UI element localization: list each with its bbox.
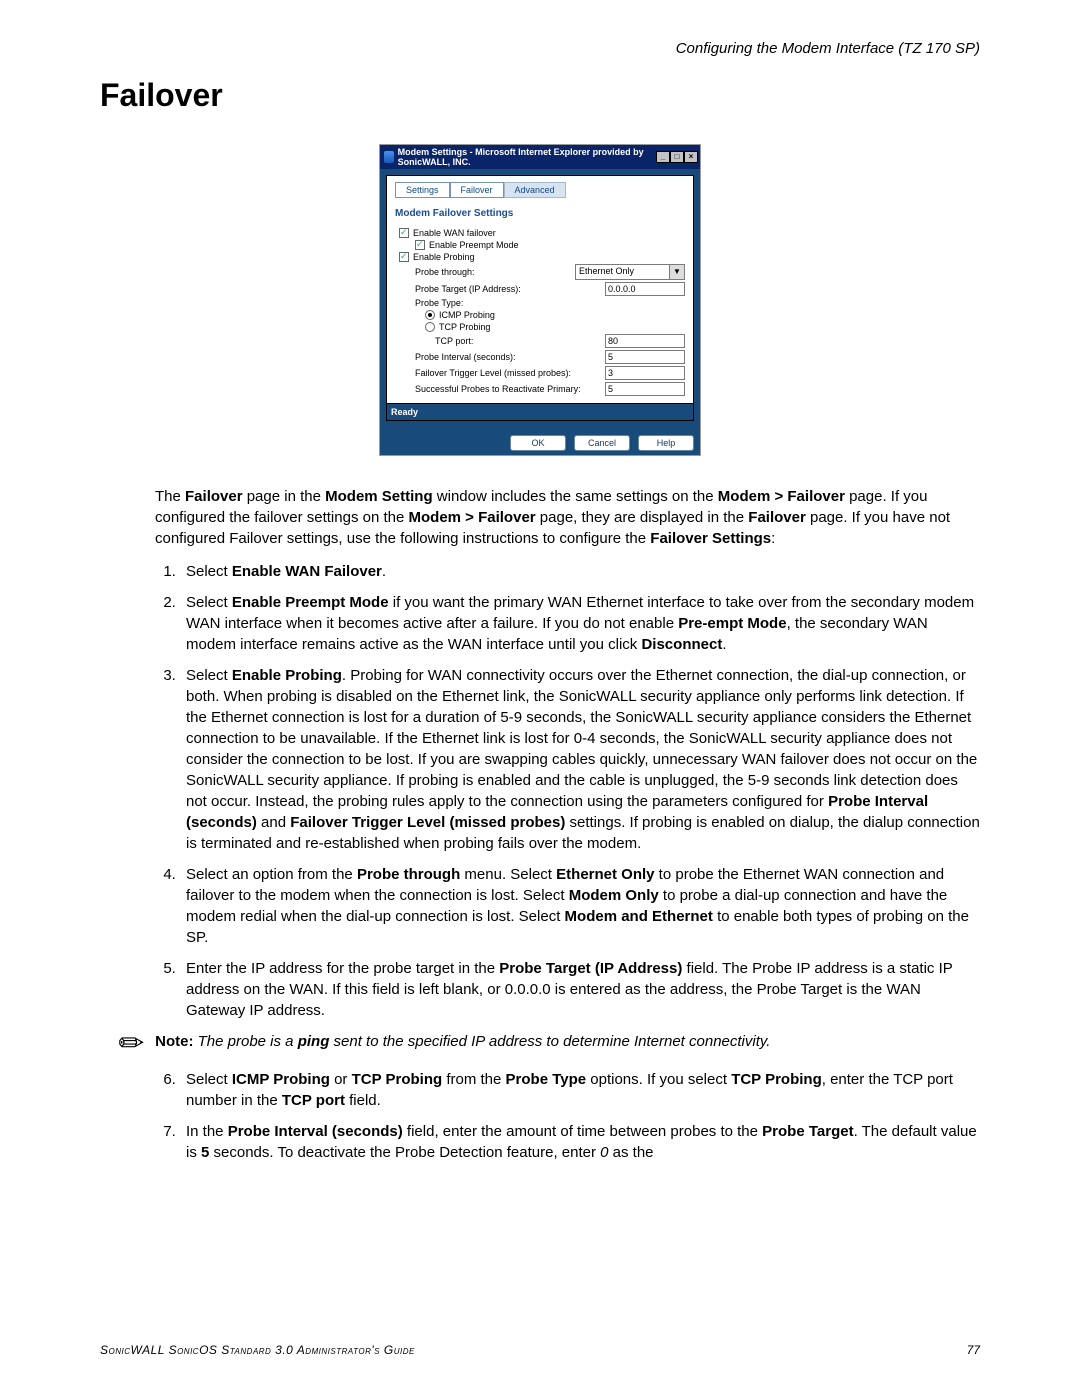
chevron-down-icon[interactable]: ▼ — [669, 265, 684, 279]
probe-target-input[interactable] — [605, 282, 685, 296]
section-heading: Modem Failover Settings — [395, 208, 685, 219]
running-header: Configuring the Modem Interface (TZ 170 … — [100, 40, 980, 57]
note-label: Note: — [155, 1033, 193, 1050]
step-1: Select Enable WAN Failover. — [180, 561, 980, 582]
probe-interval-label: Probe Interval (seconds): — [415, 352, 605, 362]
step-3: Select Enable Probing. Probing for WAN c… — [180, 665, 980, 854]
steps-list: Select Enable WAN Failover. Select Enabl… — [100, 561, 980, 1021]
footer-guide-name: SonicWALL SonicOS Standard 3.0 Administr… — [100, 1343, 415, 1357]
window-minimize-button[interactable]: _ — [656, 151, 670, 163]
step-2: Select Enable Preempt Mode if you want t… — [180, 592, 980, 655]
reactivate-input[interactable] — [605, 382, 685, 396]
ok-button[interactable]: OK — [510, 435, 566, 451]
enable-preempt-checkbox[interactable] — [415, 240, 425, 250]
step-5: Enter the IP address for the probe targe… — [180, 958, 980, 1021]
steps-list-cont: Select ICMP Probing or TCP Probing from … — [100, 1069, 980, 1163]
enable-wan-failover-label: Enable WAN failover — [413, 228, 685, 238]
intro-paragraph: The Failover page in the Modem Setting w… — [155, 486, 980, 549]
window-buttons: _ □ × — [656, 151, 698, 163]
pencil-icon: ✎ — [113, 1025, 152, 1064]
probe-target-label: Probe Target (IP Address): — [415, 284, 605, 294]
tcp-probing-radio[interactable] — [425, 322, 435, 332]
reactivate-label: Successful Probes to Reactivate Primary: — [415, 384, 605, 394]
modem-settings-window: Modem Settings - Microsoft Internet Expl… — [379, 144, 701, 456]
status-bar: Ready — [387, 403, 693, 420]
ie-icon — [384, 151, 394, 163]
probe-type-label: Probe Type: — [415, 298, 685, 308]
tcp-port-label: TCP port: — [435, 336, 605, 346]
probe-interval-input[interactable] — [605, 350, 685, 364]
window-title-text: Modem Settings - Microsoft Internet Expl… — [398, 147, 656, 167]
screenshot-figure: Modem Settings - Microsoft Internet Expl… — [100, 144, 980, 456]
page-title: Failover — [100, 77, 980, 114]
enable-preempt-label: Enable Preempt Mode — [429, 240, 685, 250]
enable-probing-label: Enable Probing — [413, 252, 685, 262]
dialog-button-bar: OK Cancel Help — [380, 427, 700, 455]
footer-page-number: 77 — [967, 1343, 980, 1357]
note-block: ✎ Note: The probe is a ping sent to the … — [120, 1031, 980, 1059]
probe-through-value: Ethernet Only — [576, 265, 669, 279]
tab-failover[interactable]: Failover — [450, 182, 504, 198]
enable-probing-checkbox[interactable] — [399, 252, 409, 262]
trigger-level-label: Failover Trigger Level (missed probes): — [415, 368, 605, 378]
window-titlebar: Modem Settings - Microsoft Internet Expl… — [380, 145, 700, 169]
tab-settings[interactable]: Settings — [395, 182, 450, 198]
probe-through-select[interactable]: Ethernet Only ▼ — [575, 264, 685, 280]
tcp-probing-label: TCP Probing — [439, 322, 685, 332]
tcp-port-input[interactable] — [605, 334, 685, 348]
document-page: Configuring the Modem Interface (TZ 170 … — [0, 0, 1080, 1397]
tab-strip: Settings Failover Advanced — [395, 182, 685, 198]
step-6: Select ICMP Probing or TCP Probing from … — [180, 1069, 980, 1111]
icmp-probing-radio[interactable] — [425, 310, 435, 320]
enable-wan-failover-checkbox[interactable] — [399, 228, 409, 238]
window-maximize-button[interactable]: □ — [670, 151, 684, 163]
icmp-probing-label: ICMP Probing — [439, 310, 685, 320]
window-close-button[interactable]: × — [684, 151, 698, 163]
probe-through-label: Probe through: — [415, 267, 575, 277]
page-footer: SonicWALL SonicOS Standard 3.0 Administr… — [100, 1343, 980, 1357]
step-7: In the Probe Interval (seconds) field, e… — [180, 1121, 980, 1163]
tab-advanced[interactable]: Advanced — [504, 182, 566, 198]
step-4: Select an option from the Probe through … — [180, 864, 980, 948]
trigger-level-input[interactable] — [605, 366, 685, 380]
help-button[interactable]: Help — [638, 435, 694, 451]
cancel-button[interactable]: Cancel — [574, 435, 630, 451]
